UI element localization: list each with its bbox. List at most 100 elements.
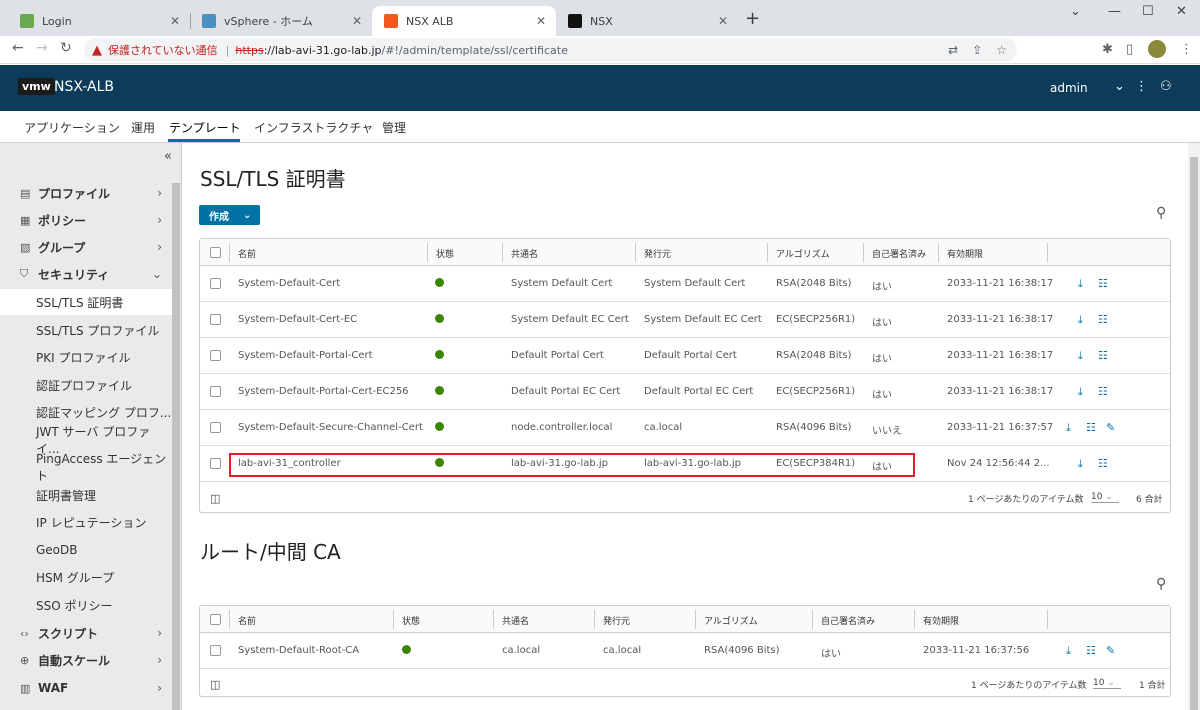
download-icon[interactable]: ⤓ — [1078, 313, 1083, 327]
sidebar-item-groups[interactable]: ▧ グループ › — [0, 234, 172, 260]
sidebar-item-ssl-tls-profiles[interactable]: SSL/TLS プロファイル — [0, 317, 172, 343]
cell-name[interactable]: System-Default-Cert — [238, 278, 340, 289]
user-name[interactable]: admin — [1050, 81, 1088, 95]
nav-operations[interactable]: 運用 — [131, 119, 155, 136]
column-header-algorithm[interactable]: アルゴリズム — [704, 614, 758, 627]
export-icon[interactable]: ☷ — [1086, 644, 1096, 657]
sidebar-item-profiles[interactable]: ▤ プロファイル › — [0, 180, 172, 206]
translate-icon[interactable]: ⇄ — [948, 43, 958, 57]
column-header-name[interactable]: 名前 — [238, 614, 256, 627]
sidebar-item-hsm-groups[interactable]: HSM グループ — [0, 564, 172, 590]
browser-tab-vsphere[interactable]: vSphere - ホーム ✕ — [190, 6, 372, 36]
row-checkbox[interactable] — [210, 278, 221, 289]
sidepanel-icon[interactable]: ▯ — [1126, 42, 1133, 57]
row-checkbox[interactable] — [210, 314, 221, 325]
sidebar-item-policies[interactable]: ▦ ポリシー › — [0, 207, 172, 233]
reload-icon[interactable]: ↻ — [60, 40, 72, 56]
column-header-expiry[interactable]: 有効期限 — [947, 247, 983, 260]
browser-tab-nsx-alb[interactable]: NSX ALB ✕ — [372, 6, 556, 36]
sidebar-item-auth-profiles[interactable]: 認証プロファイル — [0, 372, 172, 398]
table-row[interactable]: System-Default-Root-CA ca.local ca.local… — [200, 633, 1170, 669]
tab-search-icon[interactable]: ⌄ — [1070, 4, 1081, 19]
forward-icon[interactable]: → — [36, 40, 48, 56]
sidebar-item-pki-profiles[interactable]: PKI プロファイル — [0, 344, 172, 370]
column-header-common-name[interactable]: 共通名 — [502, 614, 529, 627]
column-header-self-signed[interactable]: 自己署名済み — [821, 614, 875, 627]
column-toggle-icon[interactable]: ◫ — [210, 678, 220, 691]
sidebar-item-security[interactable]: ⛉ セキュリティ ⌄ — [0, 261, 172, 287]
cell-name[interactable]: System-Default-Portal-Cert — [238, 350, 373, 361]
row-checkbox[interactable] — [210, 350, 221, 361]
nav-templates[interactable]: テンプレート — [169, 119, 241, 136]
table-row[interactable]: System-Default-Cert-EC System Default EC… — [200, 302, 1170, 338]
maximize-icon[interactable]: ☐ — [1142, 4, 1154, 19]
items-per-page-select[interactable]: 10 ⌄ — [1091, 492, 1119, 503]
download-icon[interactable]: ⤓ — [1078, 457, 1083, 471]
minimize-icon[interactable]: — — [1108, 4, 1121, 19]
row-checkbox[interactable] — [210, 645, 221, 656]
browser-tab-nsx[interactable]: NSX ✕ — [556, 6, 738, 36]
row-checkbox[interactable] — [210, 458, 221, 469]
edit-pencil-icon[interactable]: ✎ — [1106, 421, 1115, 434]
download-icon[interactable]: ⤓ — [1066, 644, 1071, 658]
table-row[interactable]: System-Default-Portal-Cert Default Porta… — [200, 338, 1170, 374]
export-icon[interactable]: ☷ — [1098, 313, 1108, 326]
sidebar-item-ssl-tls-certificates[interactable]: SSL/TLS 証明書 — [0, 289, 172, 315]
download-icon[interactable]: ⤓ — [1078, 277, 1083, 291]
column-header-status[interactable]: 状態 — [402, 614, 420, 627]
cell-name[interactable]: System-Default-Portal-Cert-EC256 — [238, 386, 409, 397]
row-checkbox[interactable] — [210, 386, 221, 397]
column-header-issuer[interactable]: 発行元 — [603, 614, 630, 627]
export-icon[interactable]: ☷ — [1098, 349, 1108, 362]
export-icon[interactable]: ☷ — [1086, 421, 1096, 434]
column-toggle-icon[interactable]: ◫ — [210, 492, 220, 505]
browser-menu-icon[interactable]: ⋮ — [1180, 42, 1193, 57]
share-icon[interactable]: ⇪ — [972, 43, 982, 57]
row-checkbox[interactable] — [210, 422, 221, 433]
sidebar-scrollbar[interactable] — [172, 183, 180, 710]
user-menu-chevron-icon[interactable]: ⌄ — [1114, 79, 1125, 94]
sidebar-item-autoscale[interactable]: ⊕ 自動スケール › — [0, 647, 172, 673]
export-icon[interactable]: ☷ — [1098, 277, 1108, 290]
close-tab-icon[interactable]: ✕ — [170, 14, 180, 28]
edit-pencil-icon[interactable]: ✎ — [1106, 644, 1115, 657]
column-header-expiry[interactable]: 有効期限 — [923, 614, 959, 627]
sidebar-item-auth-mapping-profiles[interactable]: 認証マッピング プロフ... — [0, 399, 172, 425]
nav-administration[interactable]: 管理 — [382, 119, 406, 136]
sidebar-item-geodb[interactable]: GeoDB — [0, 537, 172, 563]
column-header-name[interactable]: 名前 — [238, 247, 256, 260]
sidebar-item-waf[interactable]: ▥ WAF › — [0, 675, 172, 701]
download-icon[interactable]: ⤓ — [1078, 349, 1083, 363]
extensions-icon[interactable]: ✱ — [1102, 42, 1113, 57]
select-all-checkbox[interactable] — [210, 614, 221, 625]
table-row[interactable]: System-Default-Cert System Default Cert … — [200, 266, 1170, 302]
items-per-page-select[interactable]: 10 ⌄ — [1093, 678, 1121, 689]
cell-name[interactable]: System-Default-Secure-Channel-Cert — [238, 422, 423, 433]
column-header-self-signed[interactable]: 自己署名済み — [872, 247, 926, 260]
search-icon[interactable]: ⚲ — [1156, 576, 1166, 592]
column-header-algorithm[interactable]: アルゴリズム — [776, 247, 830, 260]
column-header-status[interactable]: 状態 — [436, 247, 454, 260]
close-tab-icon[interactable]: ✕ — [718, 14, 728, 28]
download-icon[interactable]: ⤓ — [1078, 385, 1083, 399]
close-window-icon[interactable]: ✕ — [1176, 4, 1187, 19]
nav-infrastructure[interactable]: インフラストラクチャ — [254, 119, 373, 136]
create-button[interactable]: 作成 ⌄ — [199, 205, 260, 225]
address-bar[interactable]: ▲ 保護されていない通信 | https ://lab-avi-31.go-la… — [84, 38, 1017, 62]
table-row[interactable]: System-Default-Portal-Cert-EC256 Default… — [200, 374, 1170, 410]
bookmark-star-icon[interactable]: ☆ — [996, 43, 1007, 57]
close-tab-icon[interactable]: ✕ — [352, 14, 362, 28]
sidebar-item-ip-reputation[interactable]: IP レピュテーション — [0, 509, 172, 535]
search-icon[interactable]: ⚲ — [1156, 205, 1166, 221]
cell-name[interactable]: System-Default-Root-CA — [238, 645, 359, 656]
sidebar-item-certificate-management[interactable]: 証明書管理 — [0, 482, 172, 508]
close-tab-icon[interactable]: ✕ — [536, 14, 546, 28]
sidebar-item-scripts[interactable]: ‹› スクリプト › — [0, 620, 172, 646]
export-icon[interactable]: ☷ — [1098, 385, 1108, 398]
profile-avatar[interactable] — [1148, 40, 1166, 58]
collapse-sidebar-icon[interactable]: « — [164, 149, 172, 164]
more-options-icon[interactable]: ⋮ — [1135, 79, 1148, 94]
nav-applications[interactable]: アプリケーション — [24, 119, 120, 136]
page-scrollbar[interactable] — [1188, 143, 1200, 710]
cell-name[interactable]: System-Default-Cert-EC — [238, 314, 357, 325]
